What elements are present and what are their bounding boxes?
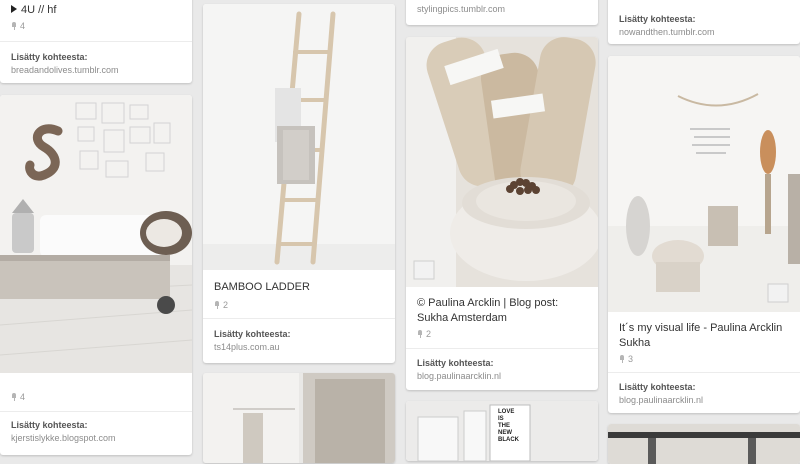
source-link[interactable]: blog.paulinaarcklin.nl — [619, 395, 703, 405]
pin-card[interactable]: 4U // hf 4 Lisätty kohteesta: breadandol… — [0, 0, 192, 83]
pin-description: © Paulina Arcklin | Blog post: Sukha Ams… — [417, 297, 559, 324]
source-link[interactable]: kjerstislykke.blogspot.com — [11, 433, 116, 443]
play-icon — [11, 5, 17, 13]
source-link[interactable]: ts14plus.com.au — [214, 342, 280, 352]
source-link[interactable]: stylingpics.tumblr.com — [417, 4, 505, 14]
bamboo-ladder-photo — [203, 4, 395, 270]
repin-count: 2 — [214, 300, 228, 310]
pin-image[interactable] — [203, 373, 395, 463]
source-label: Lisätty kohteesta: — [619, 14, 696, 24]
pin-image[interactable] — [203, 4, 395, 270]
pin-card[interactable]: LOVE IS THE NEW BLACK — [406, 401, 598, 461]
interior-photo — [203, 373, 395, 463]
sukha-amsterdam-photo — [406, 37, 598, 287]
repin-icon — [619, 355, 625, 363]
divider — [203, 318, 395, 319]
living-room-photo — [0, 95, 192, 373]
repin-icon — [11, 393, 17, 401]
pin-image[interactable] — [406, 37, 598, 287]
pin-card[interactable]: © Paulina Arcklin | Blog post: Sukha Ams… — [406, 37, 598, 390]
source-label: Lisätty kohteesta: — [11, 52, 88, 62]
source-label: Lisätty kohteesta: — [214, 329, 291, 339]
pin-description: 4U // hf — [21, 4, 57, 16]
source-link[interactable]: nowandthen.tumblr.com — [619, 27, 715, 37]
source-link[interactable]: blog.paulinaarcklin.nl — [417, 371, 501, 381]
source-label: Lisätty kohteesta: — [417, 358, 494, 368]
source-label: Lisätty kohteesta: — [11, 420, 88, 430]
repin-count: 4 — [11, 392, 25, 402]
repin-icon — [214, 301, 220, 309]
pin-description: It´s my visual life - Paulina Arcklin Su… — [619, 322, 783, 349]
pin-description: BAMBOO LADDER — [214, 281, 310, 293]
pin-image[interactable] — [608, 56, 800, 312]
pin-image[interactable] — [0, 95, 192, 373]
repin-icon — [417, 330, 423, 338]
repin-count: 4 — [11, 21, 25, 31]
divider — [608, 372, 800, 373]
pin-card[interactable] — [203, 373, 395, 463]
pin-card[interactable]: 4 Lisätty kohteesta: kjerstislykke.blogs… — [0, 95, 192, 455]
interior-photo — [608, 424, 800, 464]
divider — [406, 348, 598, 349]
studio-photo — [608, 56, 800, 312]
repin-count: 3 — [619, 354, 633, 364]
repin-icon — [11, 22, 17, 30]
source-label: Lisätty kohteesta: — [619, 382, 696, 392]
source-link[interactable]: breadandolives.tumblr.com — [11, 65, 119, 75]
pin-image[interactable] — [608, 424, 800, 464]
pin-card[interactable]: stylingpics.tumblr.com — [406, 0, 598, 25]
pin-card[interactable]: Lisätty kohteesta: nowandthen.tumblr.com — [608, 0, 800, 44]
pin-card[interactable]: BAMBOO LADDER 2 Lisätty kohteesta: ts14p… — [203, 4, 395, 363]
repin-count: 2 — [417, 329, 431, 339]
pin-card[interactable] — [608, 424, 800, 464]
poster-text: LOVE IS THE NEW BLACK — [498, 409, 519, 443]
divider — [0, 41, 192, 42]
divider — [0, 411, 192, 412]
pin-card[interactable]: It´s my visual life - Paulina Arcklin Su… — [608, 56, 800, 413]
